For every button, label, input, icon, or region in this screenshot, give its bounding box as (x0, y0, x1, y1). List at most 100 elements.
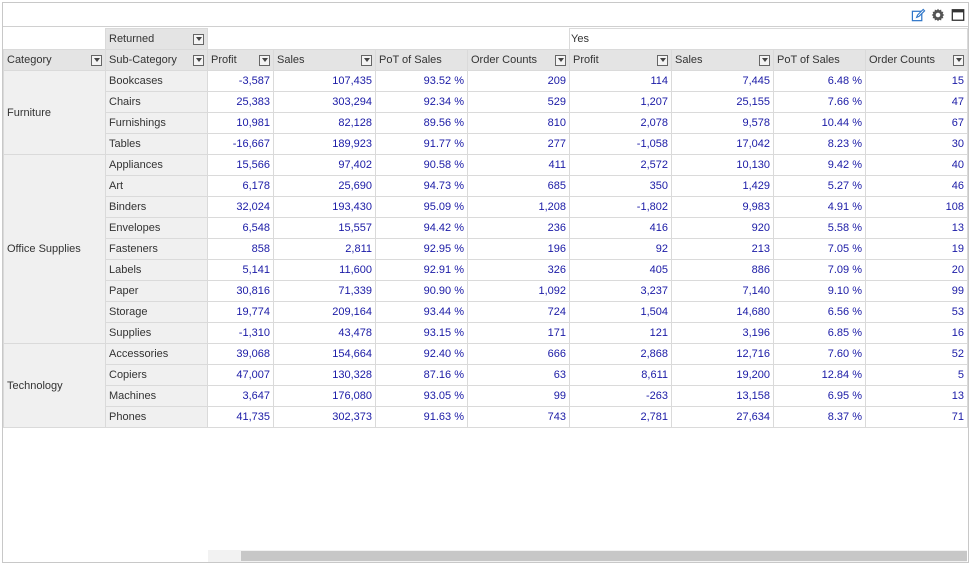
value-cell: 93.52 % (375, 70, 468, 92)
value-cell: 2,078 (569, 112, 672, 134)
value-cell: 92.34 % (375, 91, 468, 113)
value-cell: 93.44 % (375, 301, 468, 323)
value-cell: 8.23 % (773, 133, 866, 155)
value-cell: 6.56 % (773, 301, 866, 323)
value-cell: 107,435 (273, 70, 376, 92)
table-row: Copiers 47,007 130,328 87.16 % 63 8,611 19,200… (4, 364, 969, 386)
value-cell: 6,548 (207, 217, 274, 239)
subcategory-cell: Furnishings (105, 112, 208, 134)
measure-filter-button[interactable] (259, 54, 270, 66)
scrollbar-thumb[interactable] (241, 551, 967, 561)
value-cell: 8.37 % (773, 406, 866, 428)
value-cell: 82,128 (273, 112, 376, 134)
value-cell: 2,811 (273, 238, 376, 260)
value-cell: 858 (207, 238, 274, 260)
table-row: Storage 19,774 209,164 93.44 % 724 1,504 14,68… (4, 301, 969, 323)
horizontal-scrollbar[interactable] (208, 550, 967, 562)
value-cell: 920 (671, 217, 774, 239)
category-filter-button[interactable] (91, 54, 102, 66)
measure-header: Profit (211, 54, 237, 66)
subcategory-cell: Binders (105, 196, 208, 218)
subcategory-cell: Fasteners (105, 238, 208, 260)
table-row: Office Supplies Appliances 15,566 97,402 90.… (3, 154, 969, 344)
value-cell: 6.95 % (773, 385, 866, 407)
value-cell: 13 (864, 217, 969, 239)
value-cell: 47 (864, 91, 969, 113)
value-cell: 416 (569, 217, 672, 239)
subcategory-cell: Supplies (105, 322, 208, 344)
value-cell: 13 (864, 385, 969, 407)
column-field-filter-button[interactable] (193, 33, 204, 45)
value-cell: 99 (864, 280, 969, 302)
subcategory-cell: Copiers (105, 364, 208, 386)
value-cell: 3,237 (569, 280, 672, 302)
value-cell: 71,339 (273, 280, 376, 302)
value-cell: 5.58 % (773, 217, 866, 239)
value-cell: 2,781 (569, 406, 672, 428)
value-cell: 92.91 % (375, 259, 468, 281)
measure-header: Order Counts (471, 54, 538, 66)
value-cell: 9.42 % (773, 154, 866, 176)
value-cell: 27,634 (671, 406, 774, 428)
table-row: Art 6,178 25,690 94.73 % 685 350 1,429 5.27 % 46 (4, 175, 969, 197)
value-cell: 92.95 % (375, 238, 468, 260)
value-cell: 3,196 (671, 322, 774, 344)
subcategory-filter-button[interactable] (193, 54, 204, 66)
value-cell: 236 (467, 217, 570, 239)
measure-filter-button[interactable] (759, 54, 770, 66)
measure-filter-button[interactable] (361, 54, 372, 66)
table-row: Supplies -1,310 43,478 93.15 % 171 121 3,196 6.… (4, 322, 969, 344)
maximize-icon[interactable] (950, 7, 966, 23)
value-cell: 10,130 (671, 154, 774, 176)
value-cell: 19,200 (671, 364, 774, 386)
measure-filter-button[interactable] (657, 54, 668, 66)
measure-header: Sales (277, 54, 305, 66)
value-cell: 10,981 (207, 112, 274, 134)
value-cell: 193,430 (273, 196, 376, 218)
value-cell: 94.42 % (375, 217, 468, 239)
value-cell: 47,007 (207, 364, 274, 386)
value-cell: 1,429 (671, 175, 774, 197)
value-cell: -16,667 (207, 133, 274, 155)
value-cell: 87.16 % (375, 364, 468, 386)
value-cell: 97,402 (273, 154, 376, 176)
measure-filter-button[interactable] (555, 54, 566, 66)
value-cell: 1,092 (467, 280, 570, 302)
value-cell: 92 (569, 238, 672, 260)
value-cell: 108 (864, 196, 969, 218)
value-cell: 20 (864, 259, 969, 281)
value-cell: 6,178 (207, 175, 274, 197)
subcategory-cell: Art (105, 175, 208, 197)
value-cell: 6.48 % (773, 70, 866, 92)
gear-icon[interactable] (930, 7, 946, 23)
value-cell: 724 (467, 301, 570, 323)
subcategory-cell: Tables (105, 133, 208, 155)
value-cell: 326 (467, 259, 570, 281)
value-cell: 154,664 (273, 343, 376, 365)
value-cell: 40 (864, 154, 969, 176)
header-row-column-field: Returned Yes (3, 28, 969, 50)
table-row: Envelopes 6,548 15,557 94.42 % 236 416 920 5.58… (4, 217, 969, 239)
value-cell: 63 (467, 364, 570, 386)
corner-cell (3, 28, 106, 50)
value-cell: 685 (467, 175, 570, 197)
value-cell: 19,774 (207, 301, 274, 323)
value-cell: -3,587 (207, 70, 274, 92)
value-cell: 9,578 (671, 112, 774, 134)
value-cell: 91.63 % (375, 406, 468, 428)
column-field-header: Returned (105, 28, 208, 50)
subcategory-cell: Chairs (105, 91, 208, 113)
table-row: Paper 30,816 71,339 90.90 % 1,092 3,237 7,140 9… (4, 280, 969, 302)
value-cell: 666 (467, 343, 570, 365)
value-cell: 10.44 % (773, 112, 866, 134)
value-cell: 209,164 (273, 301, 376, 323)
value-cell: 7,140 (671, 280, 774, 302)
measure-filter-button[interactable] (953, 54, 965, 66)
value-cell: 213 (671, 238, 774, 260)
value-cell: 90.58 % (375, 154, 468, 176)
value-cell: 13,158 (671, 385, 774, 407)
edit-icon[interactable] (910, 7, 926, 23)
value-cell: 5 (864, 364, 969, 386)
value-cell: 114 (569, 70, 672, 92)
value-cell: 25,155 (671, 91, 774, 113)
